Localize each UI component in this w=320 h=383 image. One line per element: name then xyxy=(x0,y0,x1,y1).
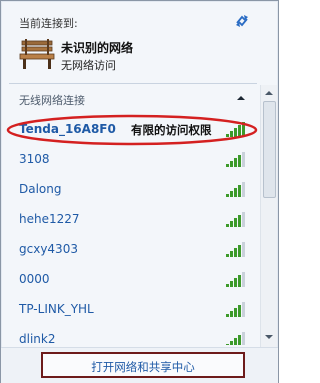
signal-bar xyxy=(238,305,241,317)
network-item[interactable]: Dalong xyxy=(9,175,257,205)
current-network-name: 未识别的网络 xyxy=(61,41,134,55)
network-flyout: 当前连接到: 未识别的网络 无网络访问 无线网络连接 Tenda_16A8F0 … xyxy=(0,0,279,383)
signal-bar xyxy=(242,212,245,227)
signal-strength-icon xyxy=(226,272,245,287)
signal-bar xyxy=(226,344,229,345)
network-item[interactable]: 0000 xyxy=(9,265,257,295)
signal-bar xyxy=(230,191,233,197)
signal-bar xyxy=(242,242,245,257)
signal-bar xyxy=(242,122,245,137)
network-ssid: dlink2 xyxy=(19,332,56,345)
signal-strength-icon xyxy=(226,242,245,257)
signal-bar xyxy=(238,245,241,257)
open-network-center-link[interactable]: 打开网络和共享中心 xyxy=(41,352,245,378)
network-item[interactable]: dlink2 xyxy=(9,325,257,345)
current-network-status: 无网络访问 xyxy=(61,59,116,72)
wireless-network-list: Tenda_16A8F0 有限的访问权限 3108 Dalong hehe122… xyxy=(9,113,257,345)
current-connection-label: 当前连接到: xyxy=(19,17,78,30)
divider xyxy=(9,83,257,84)
signal-bar xyxy=(234,158,237,167)
signal-bar xyxy=(234,338,237,345)
signal-bar xyxy=(234,128,237,137)
signal-bar xyxy=(238,215,241,227)
signal-bar xyxy=(230,251,233,257)
signal-strength-icon xyxy=(226,152,245,167)
scroll-down-arrow-icon[interactable] xyxy=(264,333,274,341)
signal-bar xyxy=(234,248,237,257)
signal-bar xyxy=(238,275,241,287)
signal-bar xyxy=(230,281,233,287)
network-ssid: 0000 xyxy=(19,272,50,286)
signal-bar xyxy=(230,311,233,317)
signal-bar xyxy=(226,134,229,137)
network-ssid: hehe1227 xyxy=(19,212,80,226)
wireless-section-header[interactable]: 无线网络连接 xyxy=(9,85,257,111)
network-item[interactable]: 3108 xyxy=(9,145,257,175)
signal-bar xyxy=(226,224,229,227)
signal-strength-icon xyxy=(226,212,245,227)
network-ssid: gcxy4303 xyxy=(19,242,78,256)
footer: 打开网络和共享中心 xyxy=(1,347,278,383)
network-ssid: Dalong xyxy=(19,182,62,196)
signal-bar xyxy=(242,152,245,167)
signal-bar xyxy=(242,182,245,197)
open-network-center-label: 打开网络和共享中心 xyxy=(91,360,195,374)
signal-bar xyxy=(238,335,241,345)
scrollbar-thumb[interactable] xyxy=(263,101,276,198)
refresh-icon[interactable] xyxy=(232,11,252,31)
signal-bar xyxy=(230,161,233,167)
signal-bar xyxy=(242,302,245,317)
signal-bar xyxy=(234,278,237,287)
network-ssid: Tenda_16A8F0 xyxy=(19,122,116,136)
scroll-up-arrow-icon[interactable] xyxy=(264,89,274,97)
wireless-section-title: 无线网络连接 xyxy=(19,94,85,107)
signal-strength-icon xyxy=(226,122,245,137)
signal-strength-icon xyxy=(226,302,245,317)
signal-strength-icon xyxy=(226,182,245,197)
signal-bar xyxy=(230,221,233,227)
signal-bar xyxy=(242,332,245,345)
network-ssid: TP-LINK_YHL xyxy=(19,302,94,316)
signal-bar xyxy=(234,188,237,197)
current-network[interactable]: 未识别的网络 无网络访问 xyxy=(19,35,259,75)
signal-bar xyxy=(226,164,229,167)
signal-bar xyxy=(226,194,229,197)
network-status: 有限的访问权限 xyxy=(131,123,212,137)
signal-bar xyxy=(234,218,237,227)
park-bench-icon xyxy=(19,39,55,69)
signal-bar xyxy=(242,272,245,287)
signal-bar xyxy=(230,341,233,345)
signal-bar xyxy=(226,284,229,287)
signal-bar xyxy=(238,155,241,167)
network-item[interactable]: TP-LINK_YHL xyxy=(9,295,257,325)
network-item[interactable]: gcxy4303 xyxy=(9,235,257,265)
signal-bar xyxy=(226,314,229,317)
signal-bar xyxy=(238,125,241,137)
network-ssid: 3108 xyxy=(19,152,50,166)
signal-strength-icon xyxy=(226,332,245,345)
signal-bar xyxy=(234,308,237,317)
signal-bar xyxy=(226,254,229,257)
signal-bar xyxy=(238,185,241,197)
network-item[interactable]: hehe1227 xyxy=(9,205,257,235)
scrollbar[interactable] xyxy=(260,85,277,347)
signal-bar xyxy=(230,131,233,137)
chevron-up-icon[interactable] xyxy=(235,93,247,103)
network-item[interactable]: Tenda_16A8F0 有限的访问权限 xyxy=(9,115,257,145)
